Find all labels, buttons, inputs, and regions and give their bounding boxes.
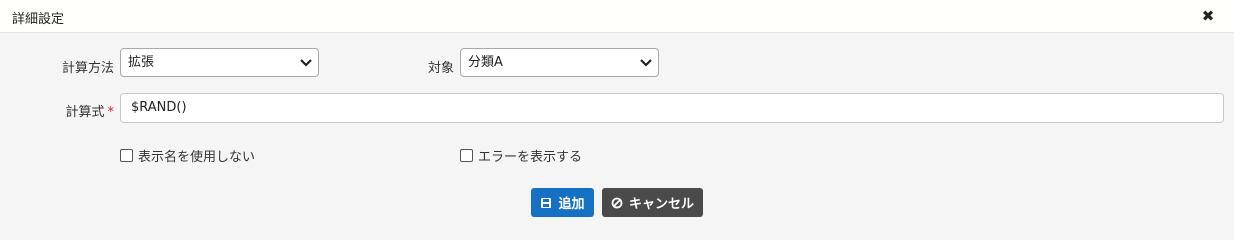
checkbox-box[interactable] <box>460 149 473 162</box>
dialog-title: 詳細設定 <box>12 12 65 27</box>
hide-display-name-checkbox[interactable]: 表示名を使用しない <box>120 146 255 165</box>
formula-label-text: 計算式 <box>65 105 105 120</box>
target-select[interactable]: 分類A <box>460 48 659 77</box>
calc-method-select[interactable]: 拡張 <box>120 48 319 77</box>
cancel-button[interactable]: キャンセル <box>602 188 703 217</box>
target-label: 対象 <box>427 61 454 76</box>
target-value: 分類A <box>468 55 503 70</box>
chevron-down-icon <box>640 59 652 67</box>
required-marker: * <box>107 105 115 120</box>
close-icon[interactable]: ✖ <box>1200 8 1216 24</box>
detail-settings-dialog: 詳細設定 ✖ 計算方法 拡張 対象 分類A 計算式 * $RAND() 表示名を使… <box>0 0 1234 233</box>
formula-value: $RAND() <box>131 100 187 115</box>
calc-method-label: 計算方法 <box>61 61 114 76</box>
chevron-down-icon <box>300 59 312 67</box>
save-icon <box>541 197 552 208</box>
show-error-checkbox[interactable]: エラーを表示する <box>460 146 582 165</box>
checkbox-box[interactable] <box>120 149 133 162</box>
show-error-label: エラーを表示する <box>478 150 583 165</box>
add-button[interactable]: 追加 <box>531 188 594 217</box>
cancel-button-label: キャンセル <box>628 197 694 212</box>
add-button-label: 追加 <box>558 197 585 212</box>
hide-display-name-label: 表示名を使用しない <box>138 150 256 165</box>
formula-label: 計算式 * <box>58 101 114 120</box>
cancel-icon <box>611 197 623 208</box>
dialog-titlebar: 詳細設定 ✖ <box>0 0 1234 33</box>
calc-method-value: 拡張 <box>128 55 155 70</box>
formula-input[interactable]: $RAND() <box>120 93 1224 123</box>
